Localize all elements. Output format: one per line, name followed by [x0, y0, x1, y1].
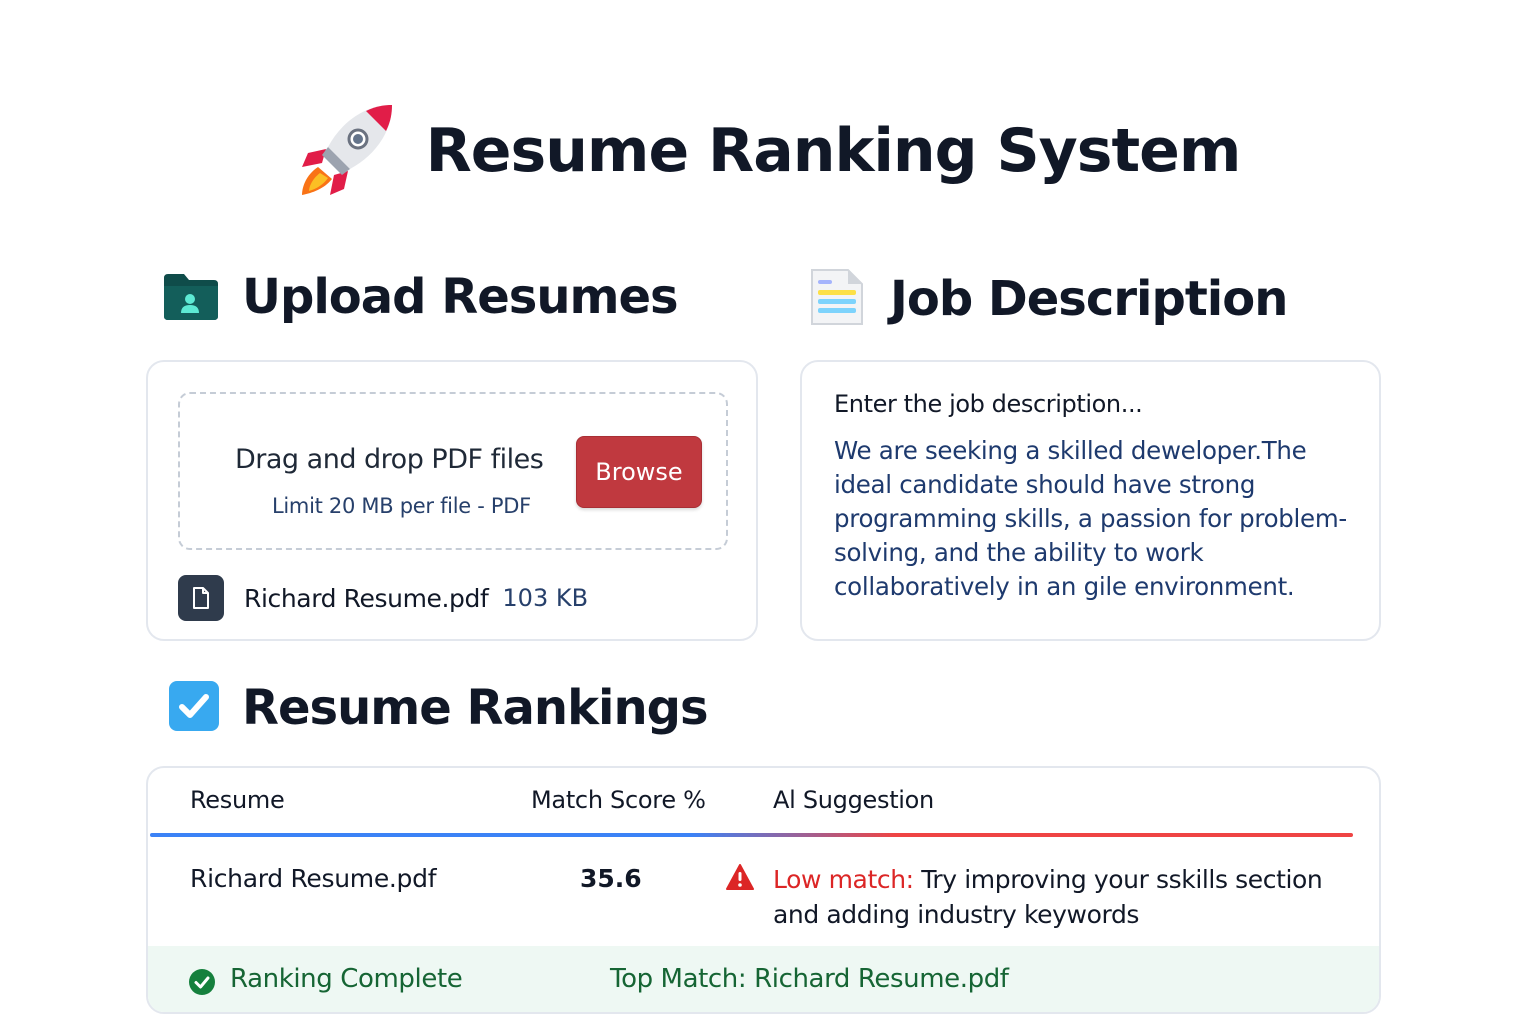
uploaded-file-size: 103 KB	[502, 584, 589, 612]
uploaded-file-row: Richard Resume.pdf 103 KB	[178, 574, 588, 622]
column-header-match-score[interactable]: Match Score %	[531, 786, 706, 814]
uploaded-file-name: Richard Resume.pdf	[244, 583, 489, 613]
file-icon	[178, 575, 224, 621]
app-title: Resume Ranking System	[425, 116, 1242, 186]
document-icon	[806, 266, 868, 332]
job-description-placeholder: Enter the job description...	[834, 390, 1143, 418]
folder-icon	[162, 266, 220, 328]
column-header-ai-suggestion[interactable]: Al Suggestion	[773, 786, 934, 814]
row-resume-name: Richard Resume.pdf	[190, 864, 437, 893]
dropzone[interactable]: Drag and drop PDF files Limit 20 MB per …	[178, 392, 728, 550]
job-description-text[interactable]: We are seeking a skilled deweloper.The i…	[834, 434, 1364, 604]
column-header-resume[interactable]: Resume	[190, 786, 285, 814]
ranking-status: Ranking Complete	[230, 964, 463, 994]
rankings-section-header: Resume Rankings	[168, 680, 709, 736]
app-header: Resume Ranking System	[0, 96, 1536, 206]
header-divider	[150, 833, 1353, 837]
dropzone-title: Drag and drop PDF files	[235, 444, 544, 475]
upload-section-header: Upload Resumes	[162, 266, 679, 328]
dropzone-limit: Limit 20 MB per file - PDF	[272, 494, 531, 518]
browse-button[interactable]: Browse	[576, 436, 702, 508]
rankings-table: Resume Match Score % Al Suggestion Richa…	[146, 766, 1381, 1014]
upload-card: Drag and drop PDF files Limit 20 MB per …	[146, 360, 758, 641]
top-match: Top Match: Richard Resume.pdf	[610, 964, 1009, 994]
job-description-field[interactable]: Enter the job description... We are seek…	[800, 360, 1381, 641]
job-heading: Job Description	[890, 271, 1288, 327]
page: Resume Ranking System Upload Resumes Job…	[0, 0, 1536, 1024]
rankings-heading: Resume Rankings	[242, 680, 709, 736]
checkbox-icon	[168, 680, 220, 736]
low-match-label: Low match:	[773, 865, 914, 894]
row-match-score: 35.6	[580, 864, 642, 893]
check-circle-icon	[188, 968, 216, 1000]
upload-heading: Upload Resumes	[242, 269, 679, 325]
row-ai-suggestion: Low match: Try improving your sskills se…	[773, 862, 1363, 932]
rocket-icon	[296, 101, 396, 201]
job-section-header: Job Description	[806, 266, 1288, 332]
warning-icon	[726, 864, 754, 894]
status-bar: Ranking Complete Top Match: Richard Resu…	[148, 946, 1379, 1012]
